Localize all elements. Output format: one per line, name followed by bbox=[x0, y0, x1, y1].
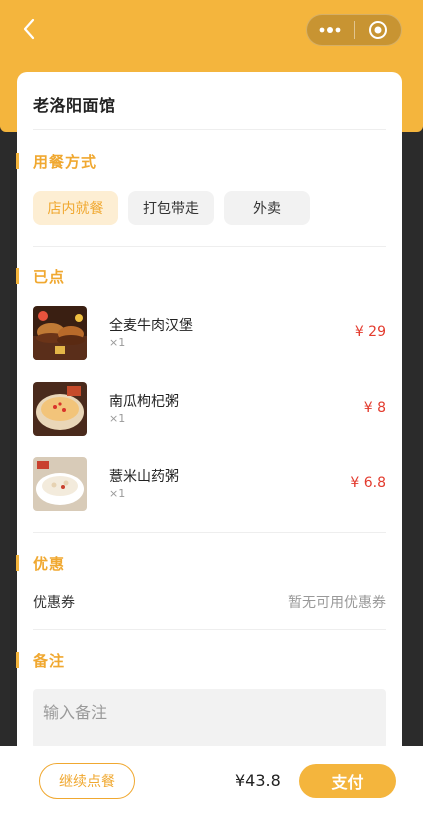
item-qty: ×1 bbox=[109, 336, 126, 349]
order-item: 南瓜枸杞粥 ×1 ¥ 8 bbox=[33, 382, 386, 438]
yam-porridge-image bbox=[33, 457, 87, 511]
more-dots-icon bbox=[319, 27, 341, 33]
item-price: ¥ 29 bbox=[354, 324, 386, 340]
divider bbox=[33, 532, 386, 533]
remark-title-text: 备注 bbox=[33, 652, 66, 670]
section-marker bbox=[16, 153, 19, 169]
dining-section-title: 用餐方式 bbox=[16, 151, 98, 172]
chevron-left-icon bbox=[23, 18, 35, 40]
order-item: 薏米山药粥 ×1 ¥ 6.8 bbox=[33, 457, 386, 513]
divider bbox=[33, 246, 386, 247]
total-price: ¥43.8 bbox=[235, 771, 281, 790]
order-item: 全麦牛肉汉堡 ×1 ¥ 29 bbox=[33, 306, 386, 362]
section-marker bbox=[16, 268, 19, 284]
divider bbox=[33, 129, 386, 130]
shop-name: 老洛阳面馆 bbox=[33, 96, 116, 115]
mini-program-capsule bbox=[306, 14, 402, 46]
item-name: 薏米山药粥 bbox=[109, 469, 179, 485]
item-name: 南瓜枸杞粥 bbox=[109, 394, 179, 410]
dining-option-dine-in[interactable]: 店内就餐 bbox=[33, 191, 118, 225]
dining-title-text: 用餐方式 bbox=[33, 153, 98, 171]
discount-section-title: 优惠 bbox=[16, 553, 66, 574]
back-button[interactable] bbox=[14, 14, 44, 44]
item-qty: ×1 bbox=[109, 412, 126, 425]
bottom-bar: 继续点餐 ¥43.8 支付 bbox=[0, 746, 423, 813]
order-screen: 老洛阳面馆 用餐方式 店内就餐 打包带走 外卖 已点 全麦牛肉汉堡 ×1 ¥ 2… bbox=[0, 0, 423, 813]
item-qty: ×1 bbox=[109, 487, 126, 500]
pumpkin-porridge-image bbox=[33, 382, 87, 436]
remark-input[interactable] bbox=[33, 689, 386, 749]
dining-option-delivery[interactable]: 外卖 bbox=[224, 191, 310, 225]
coupon-value[interactable]: 暂无可用优惠券 bbox=[288, 592, 386, 612]
section-marker bbox=[16, 555, 19, 571]
continue-ordering-button[interactable]: 继续点餐 bbox=[39, 763, 135, 799]
discount-title-text: 优惠 bbox=[33, 555, 66, 573]
more-button[interactable] bbox=[307, 15, 354, 45]
dining-option-takeaway[interactable]: 打包带走 bbox=[128, 191, 214, 225]
item-name: 全麦牛肉汉堡 bbox=[109, 318, 193, 334]
close-button[interactable] bbox=[354, 15, 401, 45]
burger-image bbox=[33, 306, 87, 360]
target-circle-icon bbox=[368, 21, 387, 39]
section-marker bbox=[16, 652, 19, 668]
coupon-label: 优惠券 bbox=[33, 595, 75, 611]
pay-button[interactable]: 支付 bbox=[299, 764, 396, 798]
ordered-title-text: 已点 bbox=[33, 268, 66, 286]
item-price: ¥ 6.8 bbox=[350, 475, 386, 491]
item-price: ¥ 8 bbox=[363, 400, 386, 416]
ordered-section-title: 已点 bbox=[16, 266, 66, 287]
order-card: 老洛阳面馆 用餐方式 店内就餐 打包带走 外卖 已点 全麦牛肉汉堡 ×1 ¥ 2… bbox=[16, 72, 402, 772]
remark-section-title: 备注 bbox=[16, 650, 66, 671]
divider bbox=[33, 629, 386, 630]
